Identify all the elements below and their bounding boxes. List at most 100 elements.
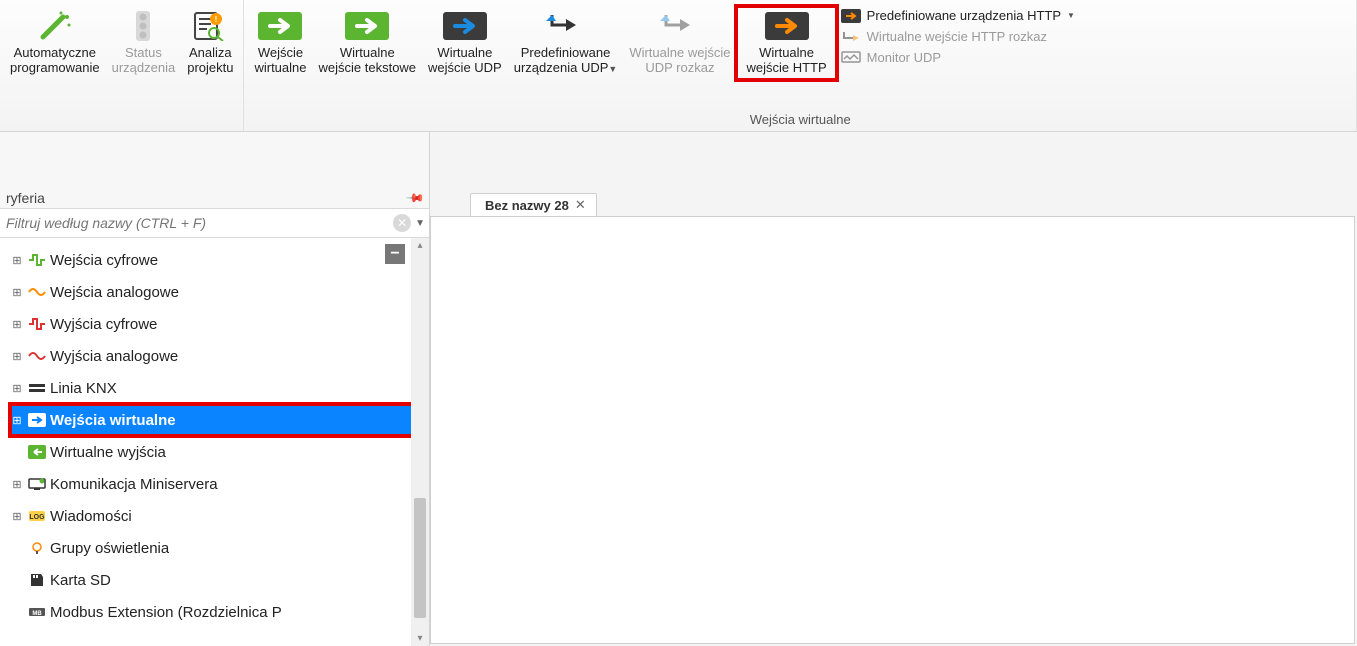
monitor-icon — [841, 51, 861, 65]
arrow-dark-blue-icon — [443, 10, 487, 42]
label: Monitor UDP — [867, 50, 941, 65]
knx-icon — [28, 379, 46, 397]
editor-area: Bez nazwy 28 ✕ — [430, 132, 1357, 646]
tree-item[interactable]: ⊞ Linia KNX — [10, 372, 429, 404]
auto-programming-button[interactable]: Automatyczne programowanie — [4, 6, 106, 78]
expand-icon[interactable]: ⊞ — [10, 350, 24, 363]
tab-title: Bez nazwy 28 — [485, 198, 569, 213]
label: Wirtualne wejście HTTP — [746, 46, 826, 76]
chevron-down-icon: ▼ — [608, 64, 617, 74]
tree-item[interactable]: ⊞ Komunikacja Miniservera — [10, 468, 429, 500]
tree-item[interactable]: ⊞Wirtualne wyjścia — [10, 436, 429, 468]
light-icon — [28, 539, 46, 557]
msg-icon: LOG — [28, 507, 46, 525]
label: Wejście wirtualne — [254, 46, 306, 76]
svg-text:!: ! — [215, 15, 218, 24]
tree-item[interactable]: ⊞ LOG Wiadomości — [10, 500, 429, 532]
close-icon[interactable]: ✕ — [575, 197, 586, 213]
arrow-green-icon — [345, 10, 389, 42]
collapse-all-button[interactable]: − — [385, 244, 405, 264]
tree-item-label: Wejścia analogowe — [50, 284, 179, 301]
expand-icon[interactable]: ⊞ — [10, 286, 24, 299]
tree-item-label: Komunikacja Miniservera — [50, 476, 218, 493]
expand-icon[interactable]: ⊞ — [10, 254, 24, 267]
label: Predefiniowane urządzenia HTTP — [867, 8, 1061, 23]
virtual-udp-input-button[interactable]: Wirtualne wejście UDP — [422, 6, 508, 78]
tree-item-label: Wyjścia cyfrowe — [50, 316, 157, 333]
tree-container: − ⊞ Wejścia cyfrowe ⊞ Wejścia analogowe ⊞ Wyj… — [0, 238, 429, 646]
tree-item[interactable]: ⊞ Wejścia cyfrowe — [10, 244, 429, 276]
svg-text:MB: MB — [32, 611, 42, 617]
virtual-udp-cmd-button[interactable]: Wirtualne wejście UDP rozkaz — [623, 6, 736, 78]
chevron-down-icon: ▼ — [1067, 11, 1075, 20]
expand-icon[interactable]: ⊞ — [10, 510, 24, 523]
http-cmd-icon — [841, 30, 861, 44]
ribbon-group-title: Wejścia wirtualne — [248, 112, 1352, 129]
tree-item[interactable]: ⊞ Wejścia wirtualne — [10, 404, 429, 436]
arrow-dark-orange-icon — [765, 10, 809, 42]
panel-title: ryferia — [6, 190, 45, 206]
expand-icon[interactable]: ⊞ — [10, 382, 24, 395]
workspace: ryferia 📌 ✕ ▼ − ⊞ Wejścia cyfrowe ⊞ Wejścia… — [0, 132, 1357, 646]
arrow-small-orange-icon — [841, 9, 861, 23]
label: Wirtualne wejście HTTP rozkaz — [867, 29, 1047, 44]
tree-item[interactable]: ⊞ Wejścia analogowe — [10, 276, 429, 308]
label: Status urządzenia — [112, 46, 176, 76]
tree-item-label: Wejścia cyfrowe — [50, 252, 158, 269]
tree-item[interactable]: ⊞Grupy oświetlenia — [10, 532, 429, 564]
virtual-http-input-button[interactable]: Wirtualne wejście HTTP — [736, 6, 836, 80]
tree-item[interactable]: ⊞Karta SD — [10, 564, 429, 596]
monitor-udp-button[interactable]: Monitor UDP — [841, 50, 1075, 65]
traffic-light-icon — [121, 10, 165, 42]
vout-icon — [28, 443, 46, 461]
analysis-icon: ! — [188, 10, 232, 42]
virtual-input-button[interactable]: Wejście wirtualne — [248, 6, 312, 78]
analog-out-icon — [28, 347, 46, 365]
tree-item-label: Modbus Extension (Rozdzielnica P — [50, 604, 282, 621]
clear-filter-icon[interactable]: ✕ — [393, 214, 411, 232]
device-status-button[interactable]: Status urządzenia — [106, 6, 182, 78]
virtual-http-cmd-button[interactable]: Wirtualne wejście HTTP rozkaz — [841, 29, 1075, 44]
vertical-scrollbar[interactable] — [411, 238, 429, 646]
tree-item[interactable]: ⊞ Wyjścia analogowe — [10, 340, 429, 372]
expand-icon[interactable]: ⊞ — [10, 318, 24, 331]
label: Wirtualne wejście UDP rozkaz — [629, 46, 730, 76]
sd-icon — [28, 571, 46, 589]
label: Wirtualne wejście tekstowe — [319, 46, 417, 76]
panel-header: ryferia 📌 — [0, 188, 429, 209]
pin-icon[interactable]: 📌 — [405, 188, 425, 208]
filter-dropdown-icon[interactable]: ▼ — [415, 218, 425, 229]
label: Predefiniowane urządzenia UDP▼ — [514, 46, 618, 76]
modbus-icon: MB — [28, 603, 46, 621]
ribbon-side-items: Predefiniowane urządzenia HTTP ▼ Wirtual… — [837, 6, 1079, 67]
filter-row: ✕ ▼ — [0, 209, 429, 238]
ribbon-group-tools: Automatyczne programowanie Status urządz… — [0, 0, 244, 131]
expand-icon[interactable]: ⊞ — [10, 414, 24, 427]
predef-udp-icon — [544, 10, 588, 42]
tree-item-label: Wiadomości — [50, 508, 132, 525]
predefined-http-button[interactable]: Predefiniowane urządzenia HTTP ▼ — [841, 8, 1075, 23]
project-analysis-button[interactable]: ! Analiza projektu — [181, 6, 239, 78]
label: Automatyczne programowanie — [10, 46, 100, 76]
label: Wirtualne wejście UDP — [428, 46, 502, 76]
virtual-text-input-button[interactable]: Wirtualne wejście tekstowe — [313, 6, 423, 78]
tree-item[interactable]: ⊞ Wyjścia cyfrowe — [10, 308, 429, 340]
document-tab[interactable]: Bez nazwy 28 ✕ — [470, 193, 597, 216]
vin-icon — [28, 411, 46, 429]
svg-text:LOG: LOG — [29, 514, 45, 521]
tree-item-label: Linia KNX — [50, 380, 117, 397]
tree-item-label: Wejścia wirtualne — [50, 412, 176, 429]
expand-icon[interactable]: ⊞ — [10, 478, 24, 491]
tree-item[interactable]: ⊞MBModbus Extension (Rozdzielnica P — [10, 596, 429, 628]
tree-item-label: Karta SD — [50, 572, 111, 589]
tree-item-label: Wyjścia analogowe — [50, 348, 178, 365]
periphery-panel: ryferia 📌 ✕ ▼ − ⊞ Wejścia cyfrowe ⊞ Wejścia… — [0, 132, 430, 646]
editor-canvas[interactable] — [430, 216, 1355, 644]
filter-input[interactable] — [4, 211, 389, 235]
comm-icon — [28, 475, 46, 493]
predefined-udp-button[interactable]: Predefiniowane urządzenia UDP▼ — [508, 6, 624, 78]
predef-udp-icon-disabled — [658, 10, 702, 42]
label: Analiza projektu — [187, 46, 233, 76]
ribbon-group-virtual-inputs: Wejście wirtualne Wirtualne wejście teks… — [244, 0, 1357, 131]
digital-in-icon — [28, 251, 46, 269]
